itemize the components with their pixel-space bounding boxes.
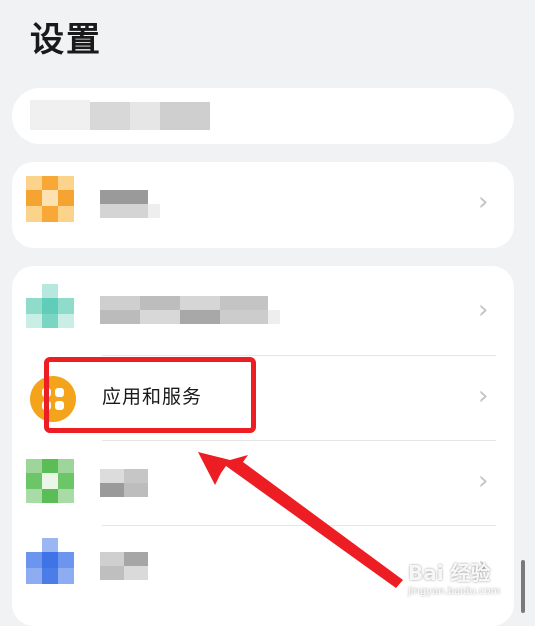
red-arrow-annotation [198, 452, 403, 588]
baidu-jingyan-watermark: Bai 经验 jingyan.baidu.com [408, 557, 508, 607]
watermark-site: jingyan.baidu.com [408, 586, 501, 597]
watermark-brand: Bai 经验 [408, 561, 491, 585]
scrollbar-thumb[interactable] [521, 560, 525, 613]
